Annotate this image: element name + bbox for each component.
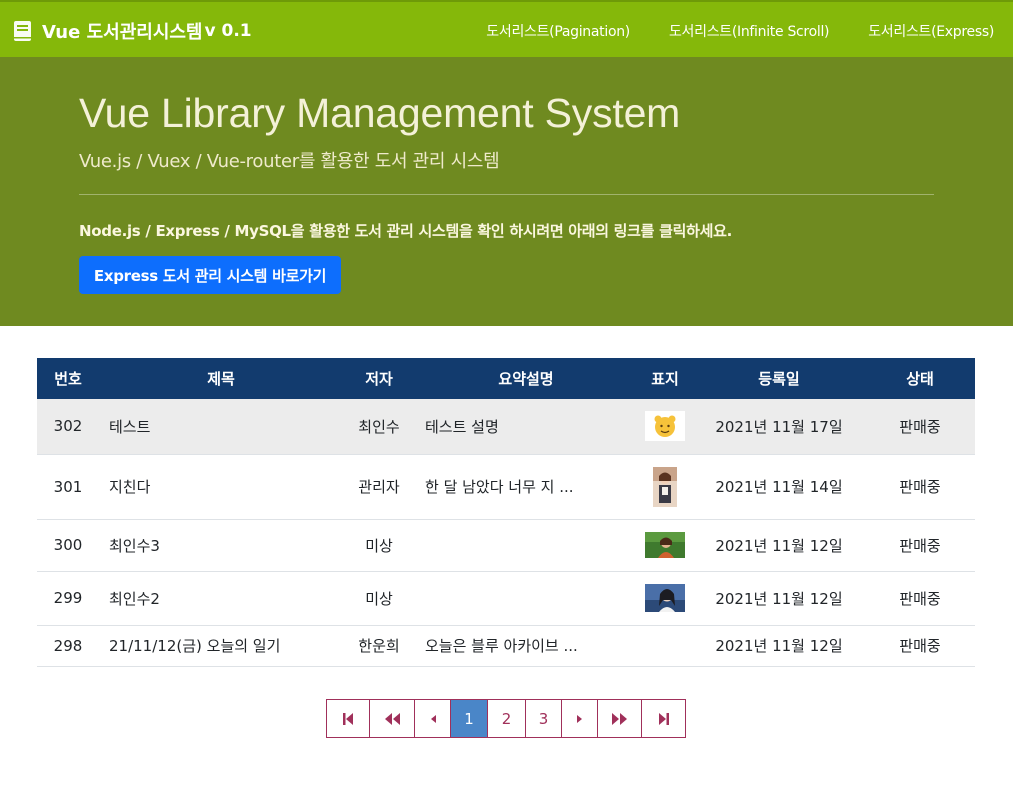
cell-date: 2021년 11월 17일 xyxy=(715,417,843,436)
cell-cover xyxy=(637,625,693,666)
last-page-button[interactable] xyxy=(642,700,685,737)
cell-title[interactable]: 최인수2 xyxy=(99,571,343,625)
table-row[interactable]: 300 최인수3 미상 2021년 11월 12일 판매중 xyxy=(37,519,975,571)
yellow-character-cover xyxy=(645,411,685,442)
prev-page-icon xyxy=(430,714,436,723)
prev-ten-button[interactable] xyxy=(370,700,415,737)
cell-status: 판매중 xyxy=(899,536,941,555)
blue-photo-cover xyxy=(645,584,685,612)
cell-date: 2021년 11월 12일 xyxy=(715,589,843,608)
cell-author: 미상 xyxy=(365,536,393,555)
cell-no: 302 xyxy=(53,417,83,436)
page-2[interactable]: 2 xyxy=(488,700,526,737)
cell-title[interactable]: 지친다 xyxy=(99,454,343,519)
jumbotron: Vue Library Management System Vue.js / V… xyxy=(0,57,1013,326)
person-photo-cover xyxy=(653,466,677,507)
next-page-button[interactable] xyxy=(562,700,598,737)
pagination: 1 2 3 xyxy=(326,699,686,738)
first-page-button[interactable] xyxy=(327,700,370,737)
table-row[interactable]: 301 지친다 관리자 한 달 남았다 너무 지 ... 2021년 11월 1… xyxy=(37,454,975,519)
book-table: 번호 제목 저자 요약설명 표지 등록일 상태 302 테스트 최인수 테스트 … xyxy=(37,358,975,667)
green-photo-cover xyxy=(645,532,685,558)
table-row[interactable]: 302 테스트 최인수 테스트 설명 2021년 11월 17일 판매중 xyxy=(37,399,975,454)
jumbotron-description: Node.js / Express / MySQL을 활용한 도서 관리 시스템… xyxy=(79,222,732,240)
cell-cover xyxy=(637,571,693,625)
cell-cover xyxy=(637,519,693,571)
nav-link-pagination[interactable]: 도서리스트(Pagination) xyxy=(486,21,630,41)
table-header-row: 번호 제목 저자 요약설명 표지 등록일 상태 xyxy=(37,358,975,399)
cell-title[interactable]: 21/11/12(금) 오늘의 일기 xyxy=(99,625,343,666)
brand-version: v 0.1 xyxy=(204,21,252,41)
header-summary: 요약설명 xyxy=(498,370,554,388)
cell-status: 판매중 xyxy=(899,417,941,436)
cell-summary: 테스트 설명 xyxy=(425,417,499,436)
cell-cover xyxy=(637,399,693,454)
cell-no: 301 xyxy=(53,477,83,496)
last-page-icon xyxy=(658,712,669,725)
next-ten-icon xyxy=(611,712,627,725)
cell-status: 판매중 xyxy=(899,478,941,496)
brand-title: Vue 도서관리시스템 xyxy=(42,22,203,43)
divider xyxy=(79,194,934,195)
header-no: 번호 xyxy=(54,370,82,388)
cell-author: 관리자 xyxy=(358,478,400,496)
cell-author: 한운희 xyxy=(358,637,400,655)
cell-summary: 오늘은 블루 아카이브 ... xyxy=(425,637,578,655)
next-ten-button[interactable] xyxy=(598,700,642,737)
cell-title[interactable]: 최인수3 xyxy=(99,519,343,571)
jumbotron-subtitle: Vue.js / Vuex / Vue-router를 활용한 도서 관리 시스… xyxy=(79,151,500,172)
cell-summary xyxy=(415,519,637,571)
header-author: 저자 xyxy=(365,370,393,388)
page-3[interactable]: 3 xyxy=(526,700,562,737)
cell-author: 미상 xyxy=(365,589,393,608)
cell-date: 2021년 11월 12일 xyxy=(715,536,843,555)
prev-page-button[interactable] xyxy=(415,700,451,737)
first-page-icon xyxy=(343,712,353,725)
page-1[interactable]: 1 xyxy=(451,700,488,737)
nav-link-infinite-scroll[interactable]: 도서리스트(Infinite Scroll) xyxy=(669,21,830,41)
jumbotron-title: Vue Library Management System xyxy=(79,90,681,136)
next-page-icon xyxy=(576,714,582,723)
cell-status: 판매중 xyxy=(899,589,941,608)
cell-no: 298 xyxy=(53,636,83,655)
header-status: 상태 xyxy=(906,370,934,388)
cell-summary: 한 달 남았다 너무 지 ... xyxy=(425,478,574,496)
cell-author: 최인수 xyxy=(358,417,400,436)
cell-cover xyxy=(637,454,693,519)
nav-links: 도서리스트(Pagination) 도서리스트(Infinite Scroll)… xyxy=(466,21,1013,41)
table-row[interactable]: 298 21/11/12(금) 오늘의 일기 한운희 오늘은 블루 아카이브 .… xyxy=(37,625,975,666)
header-title: 제목 xyxy=(207,370,235,388)
cell-date: 2021년 11월 12일 xyxy=(715,637,843,655)
header-cover: 표지 xyxy=(651,370,679,388)
express-link-button[interactable]: Express 도서 관리 시스템 바로가기 xyxy=(79,256,341,294)
nav-link-express[interactable]: 도서리스트(Express) xyxy=(868,21,994,41)
prev-ten-icon xyxy=(385,712,400,725)
cell-no: 299 xyxy=(53,589,83,607)
cell-title[interactable]: 테스트 xyxy=(99,399,343,454)
brand[interactable]: Vue 도서관리시스템 v 0.1 xyxy=(13,18,252,44)
top-navbar: Vue 도서관리시스템 v 0.1 도서리스트(Pagination) 도서리스… xyxy=(0,0,1013,57)
book-icon xyxy=(14,21,31,41)
cell-summary xyxy=(415,571,637,625)
cell-status: 판매중 xyxy=(899,637,941,655)
cell-date: 2021년 11월 14일 xyxy=(715,478,843,496)
cell-no: 300 xyxy=(53,536,83,554)
table-row[interactable]: 299 최인수2 미상 2021년 11월 12일 판매중 xyxy=(37,571,975,625)
header-date: 등록일 xyxy=(758,370,800,388)
